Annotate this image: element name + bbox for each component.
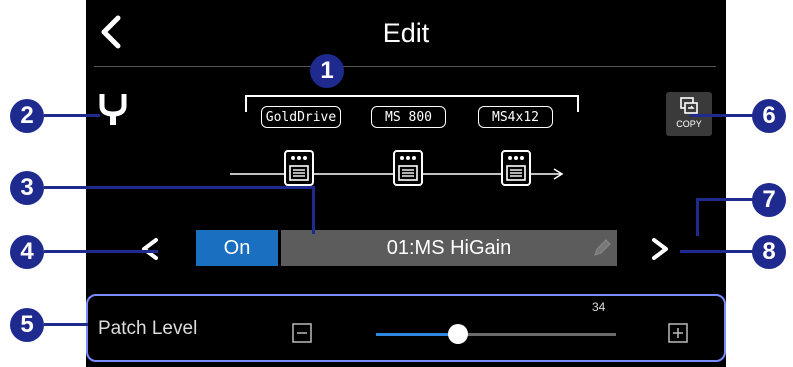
patch-name-field[interactable]: 01:MS HiGain bbox=[281, 230, 617, 266]
callout-7: 7 bbox=[752, 183, 786, 217]
patch-level-label: Patch Level bbox=[98, 318, 198, 339]
device-screen: Edit COPY GoldDrive MS 800 MS4x12 On 01:… bbox=[86, 0, 726, 367]
header-divider bbox=[94, 66, 716, 67]
callout-2: 2 bbox=[10, 99, 44, 133]
callout-8: 8 bbox=[752, 235, 786, 269]
copy-label: COPY bbox=[676, 119, 702, 129]
slider-fill bbox=[376, 333, 458, 336]
callout-leader bbox=[696, 198, 699, 236]
copy-icon bbox=[680, 97, 698, 114]
page-title: Edit bbox=[382, 18, 430, 48]
callout-leader bbox=[680, 250, 760, 253]
effect-chain: GoldDrive MS 800 MS4x12 bbox=[216, 94, 586, 194]
slider-handle[interactable] bbox=[448, 324, 468, 344]
effect-name-2[interactable]: MS 800 bbox=[371, 106, 446, 128]
pedal-icon[interactable] bbox=[284, 150, 314, 186]
callout-leader bbox=[44, 323, 88, 326]
callout-5: 5 bbox=[10, 308, 44, 342]
patch-on-button[interactable]: On bbox=[196, 230, 278, 266]
pedal-icon[interactable] bbox=[501, 150, 531, 186]
callout-4: 4 bbox=[10, 235, 44, 269]
callout-3: 3 bbox=[10, 171, 44, 205]
callout-leader bbox=[44, 186, 314, 189]
callout-leader bbox=[690, 114, 760, 117]
callout-leader bbox=[312, 186, 315, 234]
effect-name-1[interactable]: GoldDrive bbox=[261, 106, 341, 128]
pencil-icon[interactable] bbox=[592, 238, 612, 258]
minus-icon[interactable] bbox=[292, 323, 312, 343]
callout-leader bbox=[44, 250, 158, 253]
callout-leader bbox=[44, 114, 100, 117]
effect-name-3[interactable]: MS4x12 bbox=[478, 106, 553, 128]
pedal-icon[interactable] bbox=[393, 150, 423, 186]
plus-icon[interactable] bbox=[668, 323, 688, 343]
next-patch-icon[interactable] bbox=[646, 234, 676, 264]
previous-patch-icon[interactable] bbox=[134, 234, 164, 264]
callout-1: 1 bbox=[310, 54, 344, 88]
callout-6: 6 bbox=[752, 99, 786, 133]
patch-level-value: 34 bbox=[592, 300, 606, 314]
tuner-icon[interactable] bbox=[98, 92, 128, 126]
